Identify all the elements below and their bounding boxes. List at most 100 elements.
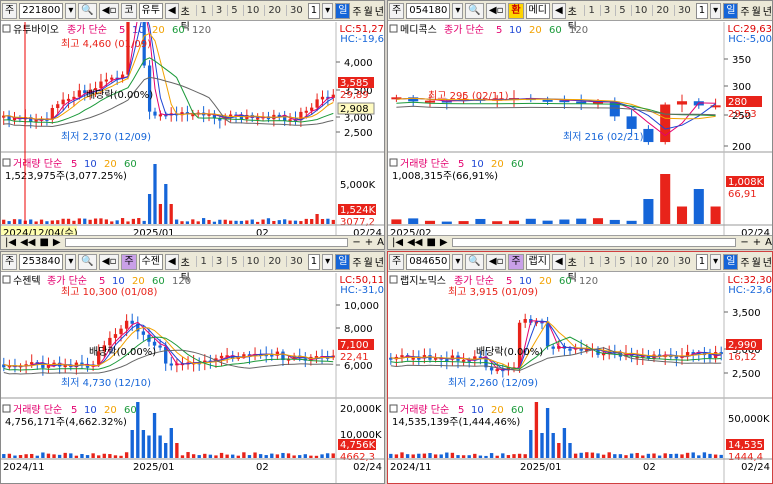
interval-option[interactable]: 10 (630, 256, 651, 267)
interval-option[interactable]: 5 (615, 5, 628, 16)
interval-option[interactable]: 20 (264, 256, 284, 267)
day-button[interactable]: 일 (723, 253, 739, 270)
week-button[interactable]: 주 (740, 254, 749, 269)
speaker-icon[interactable]: ◀▫ (485, 253, 507, 270)
stock-code-input[interactable]: 253840 (19, 253, 64, 270)
stock-name-field[interactable]: 유투 (138, 2, 163, 19)
price-chart[interactable]: 수젠텍 종가 단순 5 10 20 60 120 LC:50,11HC:-31,010,000… (1, 273, 385, 484)
interval-option[interactable]: 30 (674, 256, 694, 267)
play-icon[interactable]: ▶ (440, 237, 448, 248)
interval-option[interactable]: 1 (584, 256, 597, 267)
interval-left-arrow[interactable]: ◀ (164, 2, 179, 19)
zoom-in-icon[interactable]: + (753, 237, 761, 248)
stock-name-field[interactable]: 수젠 (138, 253, 163, 270)
font-icon[interactable]: A (377, 237, 384, 248)
scroll-track[interactable] (64, 238, 349, 247)
interval-option[interactable]: 20 (652, 256, 672, 267)
play-icon[interactable]: ▶ (53, 237, 61, 248)
prefix-button[interactable]: 주 (2, 253, 18, 270)
interval-option[interactable]: 30 (286, 256, 306, 267)
search-icon[interactable]: 🔍 (78, 2, 97, 19)
year-button[interactable]: 년 (763, 254, 772, 269)
interval-option[interactable]: 10 (242, 5, 263, 16)
dropdown-chevron-icon[interactable]: ▾ (322, 253, 334, 270)
market-badge[interactable]: 주 (508, 253, 524, 270)
interval-option[interactable]: 20 (264, 5, 284, 16)
first-icon[interactable]: |◀ (5, 237, 16, 248)
year-button[interactable]: 년 (375, 254, 384, 269)
market-badge[interactable]: 환 (508, 2, 524, 19)
stock-code-input[interactable]: 054180 (406, 2, 451, 19)
dropdown-chevron-icon[interactable]: ▾ (322, 2, 334, 19)
interval-option[interactable]: 1 (584, 5, 597, 16)
week-button[interactable]: 주 (352, 3, 361, 18)
interval-option[interactable]: 3 (211, 256, 225, 267)
week-button[interactable]: 주 (352, 254, 361, 269)
prefix-button[interactable]: 주 (389, 253, 405, 270)
stop-icon[interactable]: ■ (39, 237, 48, 248)
zoom-in-icon[interactable]: + (365, 237, 373, 248)
stock-name-field[interactable]: 메디 (525, 2, 550, 19)
interval-option[interactable]: 1 (196, 5, 209, 16)
search-icon[interactable]: 🔍 (465, 253, 484, 270)
prev-icon[interactable]: ◀◀ (20, 237, 35, 248)
day-button[interactable]: 일 (335, 253, 351, 270)
interval-option[interactable]: 20 (652, 5, 672, 16)
month-button[interactable]: 월 (752, 3, 761, 18)
month-button[interactable]: 월 (364, 3, 373, 18)
interval-left-arrow[interactable]: ◀ (164, 253, 179, 270)
prev-icon[interactable]: ◀◀ (407, 237, 422, 248)
interval-left-arrow[interactable]: ◀ (551, 2, 566, 19)
font-icon[interactable]: A (765, 237, 772, 248)
interval-option[interactable]: 5 (227, 256, 240, 267)
day-button[interactable]: 일 (335, 2, 351, 19)
zoom-out-icon[interactable]: − (740, 237, 748, 248)
interval-option[interactable]: 10 (630, 5, 651, 16)
month-button[interactable]: 월 (752, 254, 761, 269)
dropdown-chevron-icon[interactable]: ▾ (65, 2, 77, 19)
month-button[interactable]: 월 (364, 254, 373, 269)
interval-input[interactable]: 1 (307, 253, 321, 270)
zoom-out-icon[interactable]: − (352, 237, 360, 248)
market-badge[interactable]: 코 (121, 2, 137, 19)
speaker-icon[interactable]: ◀▫ (98, 253, 120, 270)
interval-option[interactable]: 30 (286, 5, 306, 16)
year-button[interactable]: 년 (763, 3, 772, 18)
week-button[interactable]: 주 (740, 3, 749, 18)
interval-option[interactable]: 3 (599, 5, 613, 16)
day-button[interactable]: 일 (723, 2, 739, 19)
interval-option[interactable]: 5 (615, 256, 628, 267)
stock-name-field[interactable]: 랩지 (525, 253, 550, 270)
interval-option[interactable]: 10 (242, 256, 263, 267)
interval-option[interactable]: 5 (227, 5, 240, 16)
search-icon[interactable]: 🔍 (78, 253, 97, 270)
price-chart[interactable]: 유투바이오 종가 단순 5 10 20 60 120 LC:51,27HC:-19,64,00… (1, 22, 385, 250)
prefix-button[interactable]: 주 (389, 2, 405, 19)
first-icon[interactable]: |◀ (392, 237, 403, 248)
market-badge[interactable]: 주 (121, 253, 137, 270)
interval-input[interactable]: 1 (695, 253, 709, 270)
dropdown-chevron-icon[interactable]: ▾ (452, 2, 464, 19)
year-button[interactable]: 년 (375, 3, 384, 18)
price-chart[interactable]: 메디콕스 종가 단순 5 10 20 60 120 LC:29,63HC:-5,0035030… (388, 22, 773, 250)
dropdown-chevron-icon[interactable]: ▾ (710, 2, 722, 19)
interval-input[interactable]: 1 (695, 2, 709, 19)
price-chart[interactable]: 랩지노믹스 종가 단순 5 10 20 60 120 LC:32,30HC:-23,63,50… (388, 273, 773, 484)
stock-code-input[interactable]: 084650 (406, 253, 451, 270)
dropdown-chevron-icon[interactable]: ▾ (65, 253, 77, 270)
dropdown-chevron-icon[interactable]: ▾ (710, 253, 722, 270)
interval-option[interactable]: 1 (196, 256, 209, 267)
speaker-icon[interactable]: ◀▫ (485, 2, 507, 19)
interval-option[interactable]: 30 (674, 5, 694, 16)
scroll-track[interactable] (451, 238, 737, 247)
search-icon[interactable]: 🔍 (465, 2, 484, 19)
prefix-button[interactable]: 주 (2, 2, 18, 19)
speaker-icon[interactable]: ◀▫ (98, 2, 120, 19)
interval-input[interactable]: 1 (307, 2, 321, 19)
interval-left-arrow[interactable]: ◀ (551, 253, 566, 270)
stop-icon[interactable]: ■ (426, 237, 435, 248)
stock-code-input[interactable]: 221800 (19, 2, 64, 19)
interval-option[interactable]: 3 (211, 5, 225, 16)
interval-option[interactable]: 3 (599, 256, 613, 267)
dropdown-chevron-icon[interactable]: ▾ (452, 253, 464, 270)
